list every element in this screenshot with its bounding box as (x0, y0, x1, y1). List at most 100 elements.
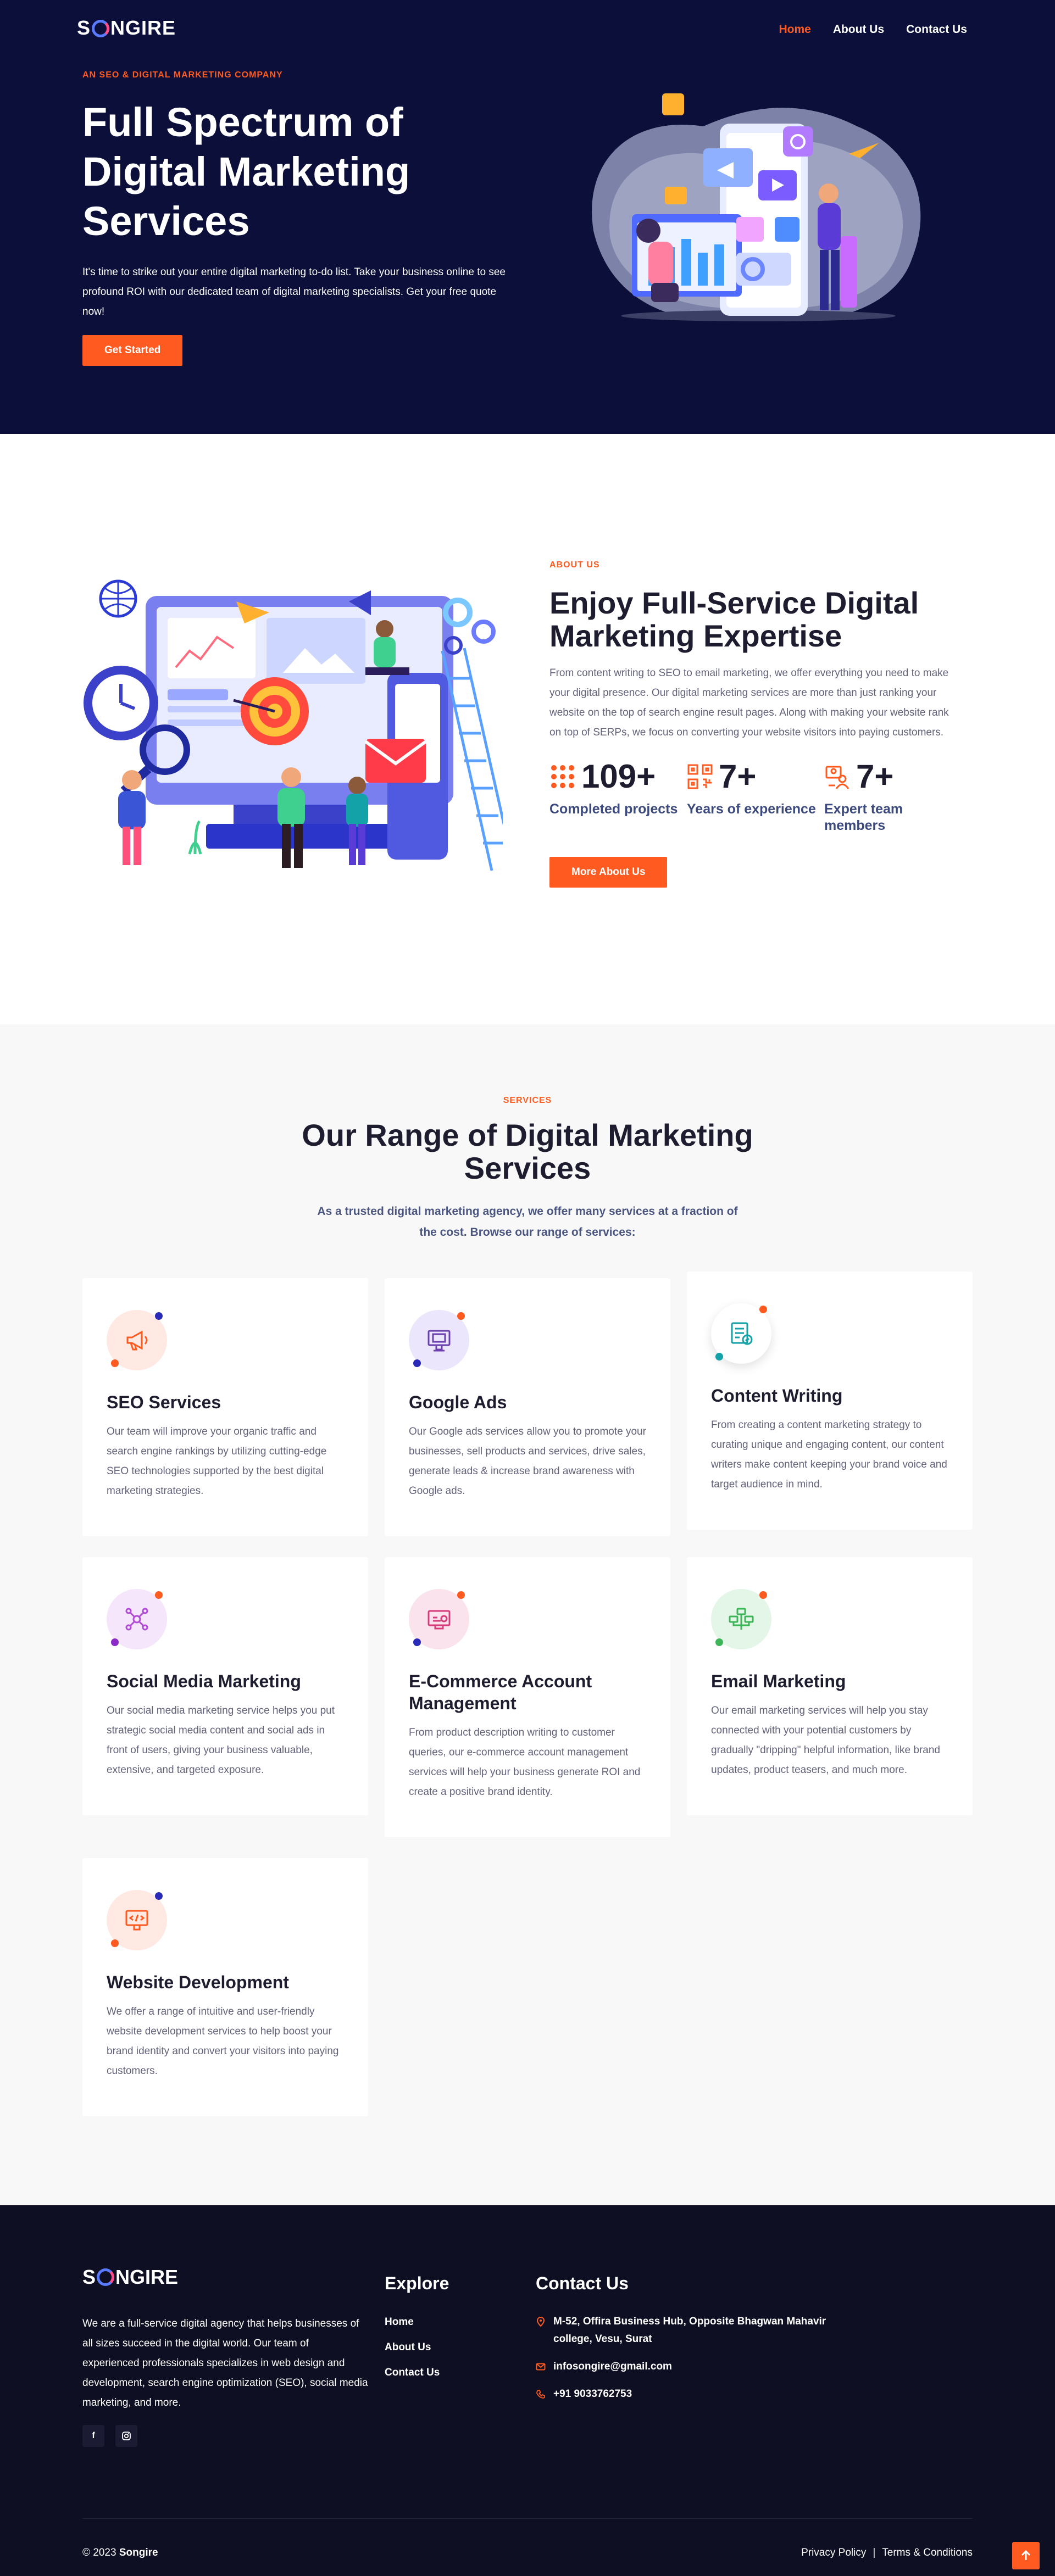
service-title: E-Commerce Account Management (409, 1671, 592, 1713)
instagram-link[interactable] (115, 2425, 137, 2447)
about-section: ABOUT US Enjoy Full-Service Digital Mark… (0, 434, 1055, 1024)
megaphone-icon (126, 1330, 148, 1351)
services-subtitle: As a trusted digital marketing agency, w… (317, 1205, 738, 1239)
mail-icon (536, 2363, 546, 2371)
contact-email[interactable]: infosongire@gmail.com (536, 2358, 843, 2376)
service-text: Our Google ads services allow you to pro… (409, 1426, 646, 1497)
hero-content: AN SEO & DIGITAL MARKETING COMPANY Full … (82, 70, 522, 322)
legal-separator: | (873, 2547, 876, 2558)
about-text: From content writing to SEO to email mar… (549, 667, 949, 738)
service-text: Our team will improve your organic traff… (107, 1426, 327, 1497)
footer-link-home[interactable]: Home (385, 2315, 440, 2340)
service-card-website-development[interactable]: Website Development We offer a range of … (82, 1858, 368, 2116)
social-links: f (82, 2425, 137, 2447)
navbar: S NGIRE Home About Us Contact Us (0, 0, 1055, 60)
service-card-ecommerce[interactable]: E-Commerce Account Management From produ… (385, 1557, 670, 1837)
arrow-up-icon (1021, 2550, 1031, 2560)
email-tree-icon (729, 1608, 754, 1630)
back-to-top-button[interactable] (1012, 2542, 1040, 2569)
service-card-google-ads[interactable]: Google Ads Our Google ads services allow… (385, 1278, 670, 1536)
service-title: Content Writing (711, 1386, 843, 1406)
service-title: Social Media Marketing (107, 1671, 301, 1691)
service-title: Google Ads (409, 1392, 507, 1412)
footer-divider (82, 2518, 973, 2519)
stat-years-experience: 7+ Years of experience (687, 760, 824, 834)
footer-about-text: We are a full-service digital agency tha… (82, 2318, 368, 2408)
nav-links: Home About Us Contact Us (779, 23, 967, 36)
stat-label: Completed projects (549, 801, 678, 817)
contact-title: Contact Us (536, 2273, 629, 2293)
service-text: From product description writing to cust… (409, 1727, 641, 1798)
ecommerce-icon (427, 1610, 451, 1630)
stat-label: Expert team members (824, 801, 903, 833)
service-card-content-writing[interactable]: Content Writing From creating a content … (687, 1272, 973, 1530)
copyright-prefix: © 2023 (82, 2547, 116, 2558)
logo-text-end: NGIRE (115, 2266, 179, 2288)
more-about-us-button[interactable]: More About Us (549, 857, 668, 888)
ads-monitor-icon (427, 1330, 451, 1352)
services-section: SERVICES Our Range of Digital Marketing … (0, 1024, 1055, 2205)
service-text: From creating a content marketing strate… (711, 1419, 947, 1490)
privacy-policy-link[interactable]: Privacy Policy (801, 2547, 866, 2559)
hero-illustration (592, 93, 921, 322)
social-network-icon (125, 1608, 148, 1631)
footer-logo[interactable]: S NGIRE (82, 2266, 178, 2289)
service-text: We offer a range of intuitive and user-f… (107, 2006, 339, 2077)
nav-home-link[interactable]: Home (779, 23, 810, 36)
stat-completed-projects: 109+ Completed projects (549, 760, 687, 834)
service-card-email-marketing[interactable]: Email Marketing Our email marketing serv… (687, 1557, 973, 1815)
terms-link[interactable]: Terms & Conditions (882, 2547, 973, 2559)
team-icon (825, 766, 849, 789)
services-eyebrow: SERVICES (503, 1096, 552, 1105)
footer-link-about[interactable]: About Us (385, 2340, 440, 2366)
copyright: © 2023 Songire (82, 2547, 158, 2559)
service-title: Email Marketing (711, 1671, 846, 1691)
hero-eyebrow: AN SEO & DIGITAL MARKETING COMPANY (82, 70, 283, 80)
about-title: Enjoy Full-Service Digital Marketing Exp… (549, 586, 919, 653)
nav-about-link[interactable]: About Us (833, 23, 884, 36)
service-card-seo[interactable]: SEO Services Our team will improve your … (82, 1278, 368, 1536)
contact-phone[interactable]: +91 9033762753 (536, 2385, 843, 2403)
web-dev-icon (125, 1910, 148, 1931)
service-text: Our social media marketing service helps… (107, 1705, 335, 1776)
stat-value: 7+ (719, 758, 757, 795)
stats-row: 109+ Completed projects 7+ Years of expe (549, 760, 967, 834)
phone-icon (536, 2390, 545, 2399)
hero-title: Full Spectrum of Digital Marketing Servi… (82, 99, 410, 244)
footer: S NGIRE We are a full-service digital age… (0, 2205, 1055, 2576)
grid-dots-icon (551, 765, 574, 788)
nav-contact-link[interactable]: Contact Us (906, 23, 967, 36)
logo-heart-icon (92, 20, 110, 37)
service-card-social-media[interactable]: Social Media Marketing Our social media … (82, 1557, 368, 1815)
stat-team-members: 7+ Expert team members (824, 760, 962, 834)
email-text: infosongire@gmail.com (553, 2361, 672, 2372)
stat-value: 109+ (581, 758, 656, 795)
stat-label: Years of experience (687, 801, 816, 817)
brand-logo[interactable]: S NGIRE (77, 16, 176, 40)
explore-title: Explore (385, 2273, 449, 2293)
service-title: Website Development (107, 1972, 289, 1992)
explore-links: Home About Us Contact Us (385, 2315, 440, 2391)
instagram-icon (122, 2432, 131, 2440)
services-title: Our Range of Digital Marketing Services (302, 1118, 753, 1185)
facebook-link[interactable]: f (82, 2425, 104, 2447)
content-edit-icon (731, 1322, 753, 1345)
facebook-icon: f (92, 2431, 95, 2440)
copyright-brand: Songire (119, 2547, 158, 2558)
map-pin-icon (536, 2317, 545, 2327)
phone-text: +91 9033762753 (553, 2388, 632, 2400)
services-header: SERVICES Our Range of Digital Marketing … (0, 1096, 1055, 1243)
contact-address: M-52, Offira Business Hub, Opposite Bhag… (536, 2313, 843, 2348)
about-illustration (84, 579, 503, 871)
about-eyebrow: ABOUT US (549, 560, 600, 570)
hero-text: It's time to strike out your entire digi… (82, 266, 506, 317)
logo-text-start: S (82, 2266, 96, 2288)
logo-text-end: NGIRE (110, 16, 176, 39)
get-started-button[interactable]: Get Started (82, 335, 183, 366)
about-content: ABOUT US Enjoy Full-Service Digital Mark… (549, 560, 967, 888)
logo-text-start: S (77, 16, 91, 39)
footer-link-contact[interactable]: Contact Us (385, 2366, 440, 2391)
service-text: Our email marketing services will help y… (711, 1705, 940, 1776)
qr-code-icon (687, 764, 713, 789)
contact-info: M-52, Offira Business Hub, Opposite Bhag… (536, 2313, 843, 2413)
